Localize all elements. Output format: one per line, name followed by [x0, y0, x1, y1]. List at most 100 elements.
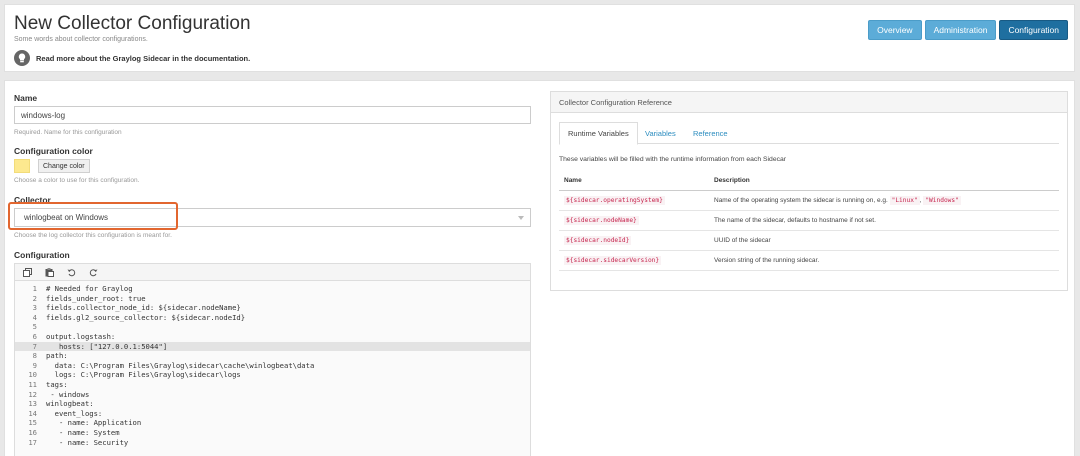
- code-text: - windows: [46, 389, 90, 399]
- code-text: output.logstash:: [46, 331, 116, 341]
- line-number: 11: [28, 379, 37, 389]
- copy-icon[interactable]: [21, 266, 33, 278]
- runtime-variables-table: Name Description ${sidecar.operatingSyst…: [559, 172, 1059, 271]
- code-text: fields.collector_node_id: ${sidecar.node…: [46, 303, 241, 313]
- line-number: 15: [28, 418, 37, 428]
- configuration-editor[interactable]: 1 # Needed for Graylog 2 fields_under_root:…: [14, 263, 531, 456]
- code-area[interactable]: 1 # Needed for Graylog 2 fields_under_root:…: [15, 281, 530, 447]
- line-number: 12: [28, 389, 37, 399]
- code-text: event_logs:: [46, 408, 103, 418]
- code-text: fields.gl2_source_collector: ${sidecar.n…: [46, 312, 246, 322]
- code-text: - name: Security: [46, 437, 129, 447]
- code-line: 14 event_logs:: [15, 409, 530, 419]
- paste-icon[interactable]: [43, 266, 55, 278]
- color-label: Configuration color: [14, 146, 93, 156]
- reference-panel: Collector Configuration Reference Runtim…: [550, 91, 1068, 291]
- name-help: Required. Name for this configuration: [14, 129, 122, 136]
- code-text: fields_under_root: true: [46, 293, 146, 303]
- documentation-hint: Read more about the Graylog Sidecar in t…: [14, 50, 250, 66]
- redo-icon[interactable]: [87, 266, 99, 278]
- line-number: 5: [32, 322, 37, 332]
- reference-panel-title: Collector Configuration Reference: [551, 92, 1067, 113]
- code-line: 7 hosts: ["127.0.0.1:5044"]: [15, 341, 530, 352]
- table-row: ${sidecar.nodeName} The name of the side…: [559, 210, 1059, 231]
- line-number: 1: [32, 284, 37, 293]
- line-number: 6: [32, 331, 37, 341]
- table-row: ${sidecar.sidecarVersion} Version string…: [559, 250, 1059, 271]
- code-text: data: C:\Program Files\Graylog\sidecar\c…: [46, 360, 315, 370]
- configuration-button[interactable]: Configuration: [999, 20, 1068, 40]
- editor-toolbar: [15, 264, 530, 281]
- variable-description: The name of the sidecar, defaults to hos…: [709, 210, 1059, 231]
- name-label: Name: [14, 93, 38, 103]
- annotation-highlight-box: [8, 202, 178, 230]
- code-line: 3 fields.collector_node_id: ${sidecar.nod…: [15, 303, 530, 313]
- code-line: 8 path:: [15, 351, 530, 361]
- code-line: 17 - name: Security: [15, 438, 530, 448]
- line-number: 10: [28, 370, 37, 380]
- line-number: 9: [32, 360, 37, 370]
- reference-tabs: Runtime Variables Variables Reference: [559, 122, 1059, 145]
- page-title: New Collector Configuration: [14, 13, 251, 34]
- chevron-down-icon: [518, 216, 524, 220]
- undo-icon[interactable]: [65, 266, 77, 278]
- code-line: 9 data: C:\Program Files\Graylog\sidecar…: [15, 361, 530, 371]
- variable-name: ${sidecar.operatingSystem}: [564, 195, 665, 205]
- code-text: - name: System: [46, 427, 120, 437]
- table-row: ${sidecar.nodeId} UUID of the sidecar: [559, 230, 1059, 251]
- column-header-name: Name: [559, 172, 709, 191]
- collector-help: Choose the log collector this configurat…: [14, 232, 172, 239]
- variable-description: Version string of the running sidecar.: [709, 250, 1059, 271]
- color-swatch[interactable]: [14, 159, 30, 173]
- code-line: 1 # Needed for Graylog: [15, 284, 530, 294]
- line-number: 4: [32, 312, 37, 322]
- page-header: New Collector Configuration Some words a…: [4, 4, 1075, 72]
- code-line: 5: [15, 322, 530, 332]
- code-line: 11 tags:: [15, 380, 530, 390]
- lightbulb-icon: [14, 50, 30, 66]
- color-help: Choose a color to use for this configura…: [14, 177, 140, 184]
- line-number: 3: [32, 303, 37, 313]
- change-color-button[interactable]: Change color: [38, 159, 90, 173]
- line-number: 8: [32, 351, 37, 361]
- line-number: 14: [28, 408, 37, 418]
- reference-info: These variables will be filled with the …: [559, 156, 787, 163]
- code-line: 4 fields.gl2_source_collector: ${sidecar.…: [15, 313, 530, 323]
- code-text: path:: [46, 351, 68, 361]
- variable-name: ${sidecar.nodeId}: [564, 235, 632, 245]
- line-number: 16: [28, 427, 37, 437]
- documentation-link[interactable]: Read more about the Graylog Sidecar in t…: [36, 54, 250, 63]
- configuration-label: Configuration: [14, 250, 70, 260]
- main-panel: Name windows-log Required. Name for this…: [4, 80, 1075, 456]
- page-subtitle: Some words about collector configuration…: [14, 36, 148, 43]
- table-row: ${sidecar.operatingSystem} Name of the o…: [559, 190, 1059, 211]
- overview-button[interactable]: Overview: [868, 20, 922, 40]
- tab-reference[interactable]: Reference: [685, 122, 736, 144]
- header-nav: Overview Administration Configuration: [868, 20, 1068, 40]
- code-line: 10 logs: C:\Program Files\Graylog\sideca…: [15, 370, 530, 380]
- code-text: - name: Application: [46, 418, 142, 428]
- administration-button[interactable]: Administration: [924, 20, 997, 40]
- code-text: winlogbeat:: [46, 399, 94, 409]
- variable-name: ${sidecar.sidecarVersion}: [564, 255, 662, 265]
- code-line: 16 - name: System: [15, 428, 530, 438]
- code-text: tags:: [46, 379, 68, 389]
- code-text: logs: C:\Program Files\Graylog\sidecar\l…: [46, 370, 241, 380]
- code-line: 13 winlogbeat:: [15, 399, 530, 409]
- tab-runtime-variables[interactable]: Runtime Variables: [559, 122, 638, 145]
- code-line: 15 - name: Application: [15, 418, 530, 428]
- line-number: 7: [32, 341, 37, 351]
- variable-description: UUID of the sidecar: [709, 230, 1059, 251]
- line-number: 17: [28, 437, 37, 447]
- tab-variables[interactable]: Variables: [637, 122, 684, 144]
- name-input[interactable]: windows-log: [14, 106, 531, 124]
- variable-description: Name of the operating system the sidecar…: [709, 190, 1059, 211]
- column-header-description: Description: [709, 172, 1059, 191]
- table-header-row: Name Description: [559, 172, 1059, 191]
- code-line: 2 fields_under_root: true: [15, 294, 530, 304]
- code-line: 12 - windows: [15, 390, 530, 400]
- line-number: 2: [32, 293, 37, 303]
- code-text: # Needed for Graylog: [46, 284, 133, 293]
- code-line: 6 output.logstash:: [15, 332, 530, 342]
- code-text: hosts: ["127.0.0.1:5044"]: [46, 341, 168, 351]
